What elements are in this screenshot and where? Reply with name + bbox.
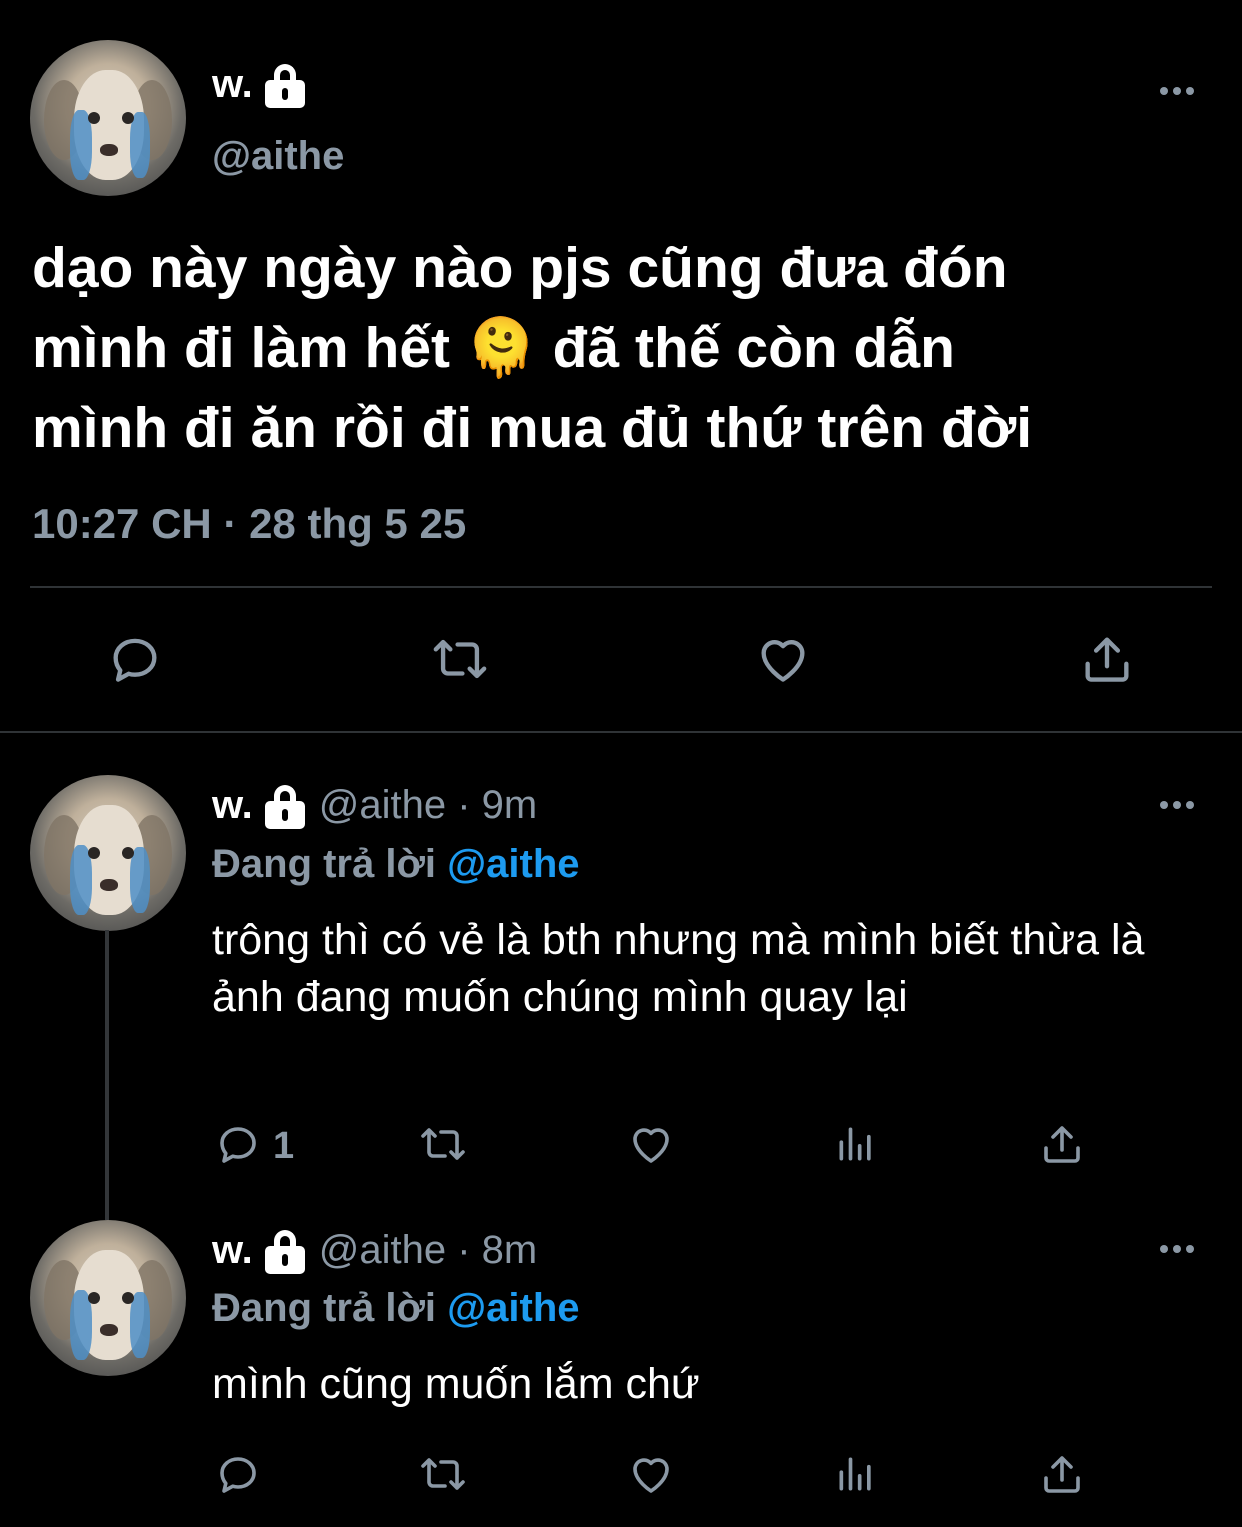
divider [30, 586, 1212, 588]
reply-header[interactable]: w. @aithe · 9m [212, 783, 537, 830]
more-icon[interactable] [1160, 87, 1194, 95]
display-name-text[interactable]: w. [212, 783, 253, 827]
lock-icon [264, 785, 305, 830]
user-handle[interactable]: @aithe [212, 134, 344, 179]
replying-to: Đang trả lời @aithe [212, 842, 580, 887]
tweet-timestamp[interactable]: 10:27 CH · 28 thg 5 25 [32, 500, 466, 548]
display-name-text[interactable]: w. [212, 1228, 253, 1272]
reply-text: trông thì có vẻ là bth nhưng mà mình biế… [212, 916, 1145, 1021]
replying-to-link[interactable]: @aithe [447, 842, 579, 886]
like-icon[interactable] [626, 1120, 676, 1168]
share-icon[interactable] [1078, 630, 1136, 688]
divider [0, 731, 1242, 733]
share-icon[interactable] [1038, 1120, 1086, 1168]
lock-icon [264, 64, 305, 109]
display-name[interactable]: w. [212, 62, 305, 109]
replying-prefix: Đang trả lời [212, 842, 437, 886]
reply-icon[interactable] [214, 1120, 262, 1168]
lock-icon [264, 1230, 305, 1275]
analytics-icon[interactable] [834, 1450, 878, 1498]
avatar[interactable] [30, 40, 186, 196]
handle-time[interactable]: @aithe · 9m [319, 783, 537, 827]
tweet-text: dạo này ngày nào pjs cũng đưa đón mình đ… [32, 236, 1033, 460]
thread-line [105, 930, 109, 1220]
more-icon[interactable] [1160, 801, 1194, 809]
reply-header[interactable]: w. @aithe · 8m [212, 1228, 537, 1275]
analytics-icon[interactable] [834, 1120, 878, 1168]
replying-to: Đang trả lời @aithe [212, 1286, 580, 1331]
more-icon[interactable] [1160, 1245, 1194, 1253]
display-name-text[interactable]: w. [212, 62, 253, 106]
retweet-icon[interactable] [416, 1450, 470, 1498]
replying-to-link[interactable]: @aithe [447, 1286, 579, 1330]
retweet-icon[interactable] [416, 1120, 470, 1168]
share-icon[interactable] [1038, 1450, 1086, 1498]
avatar[interactable] [30, 1220, 186, 1376]
like-icon[interactable] [626, 1450, 676, 1498]
handle-time[interactable]: @aithe · 8m [319, 1228, 537, 1272]
avatar[interactable] [30, 775, 186, 931]
reply-count: 1 [273, 1125, 295, 1167]
reply-text: mình cũng muốn lắm chứ [212, 1360, 700, 1408]
replying-prefix: Đang trả lời [212, 1286, 437, 1330]
retweet-icon[interactable] [428, 630, 492, 688]
reply-icon[interactable] [214, 1450, 262, 1498]
like-icon[interactable] [753, 630, 813, 688]
reply-icon[interactable] [106, 630, 164, 688]
